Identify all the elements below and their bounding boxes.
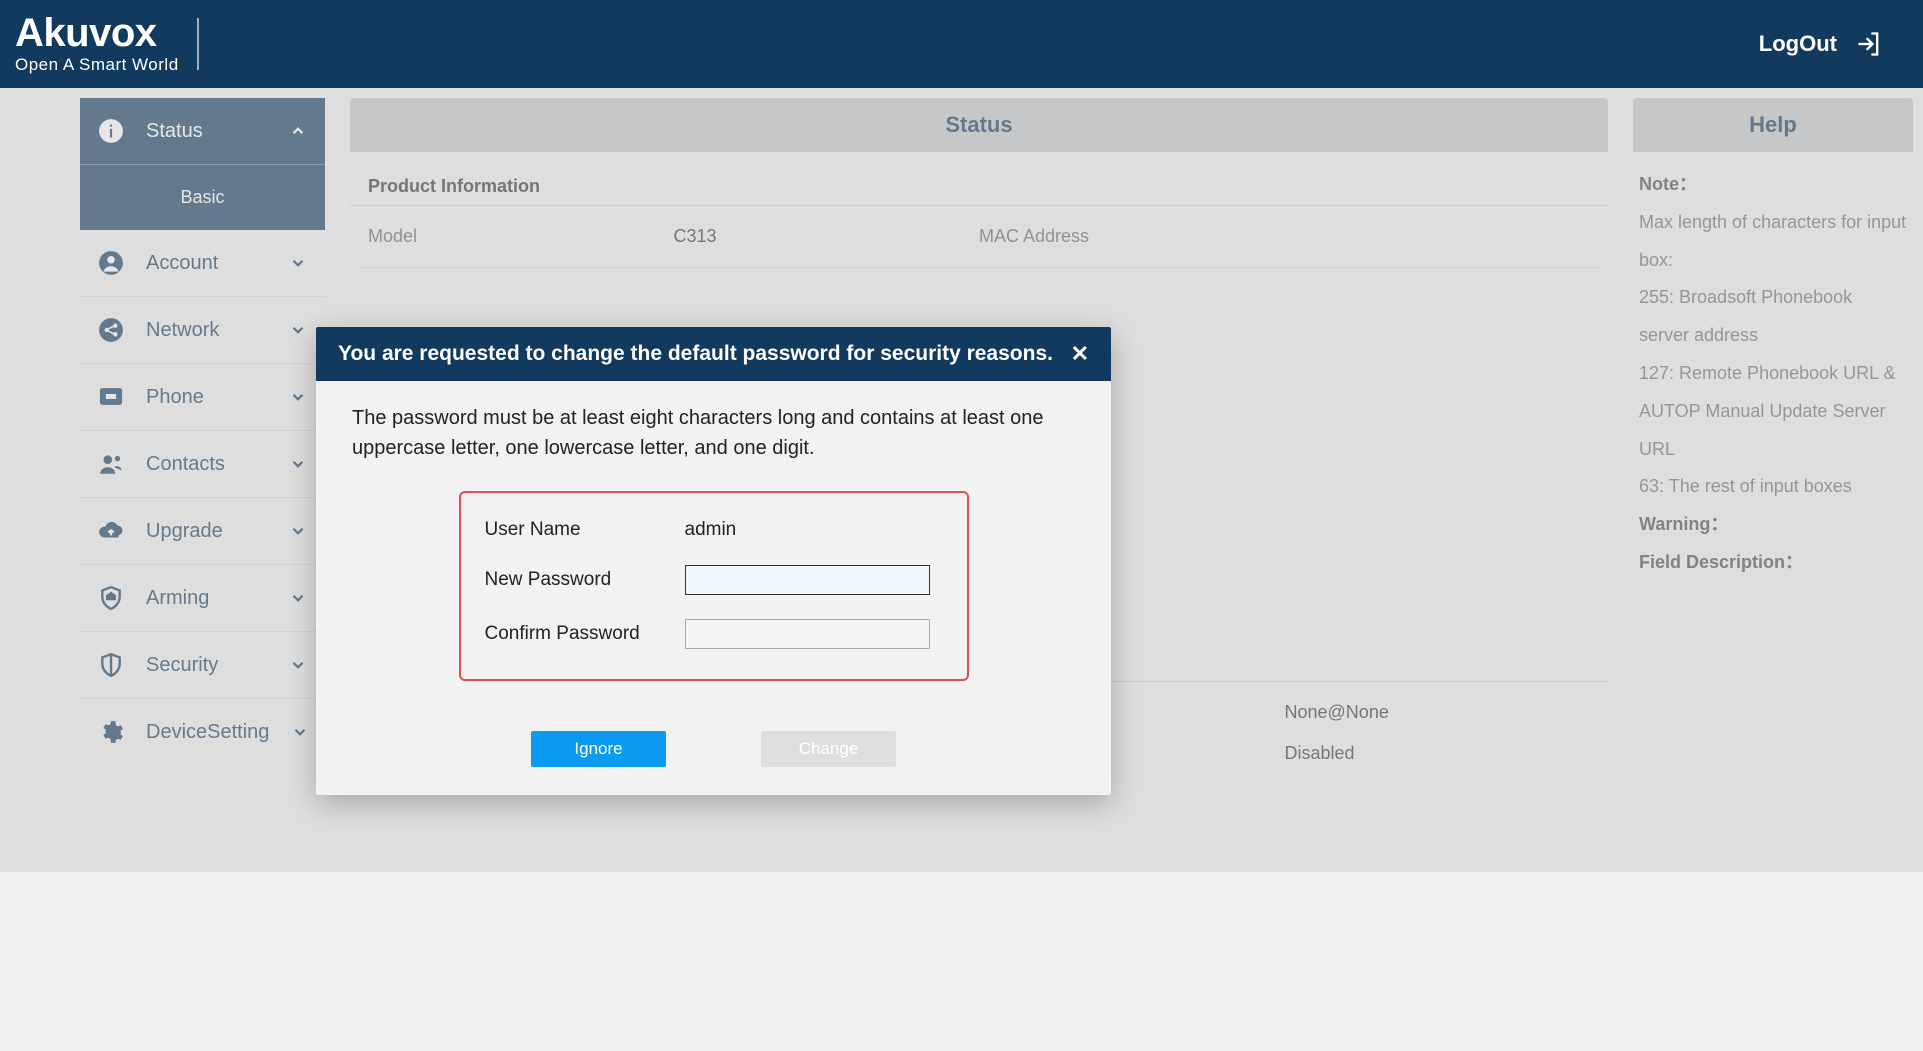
mac-value — [1285, 226, 1591, 247]
password-form: User Name admin New Password Confirm Pas… — [459, 491, 969, 681]
monitor-icon — [98, 384, 124, 410]
chevron-down-icon — [289, 589, 307, 607]
logout-button[interactable]: LogOut — [1759, 30, 1883, 58]
brand-separator — [197, 18, 199, 70]
help-note-header: Note： — [1639, 166, 1907, 204]
new-password-label: New Password — [485, 569, 685, 591]
sidebar-item-label: Basic — [180, 187, 224, 208]
sidebar-item-label: Network — [146, 319, 219, 342]
account2-state: Disabled — [1285, 743, 1591, 764]
chevron-down-icon — [289, 321, 307, 339]
change-password-modal: You are requested to change the default … — [316, 327, 1111, 795]
top-bar: Akuvox Open A Smart World LogOut — [0, 0, 1923, 88]
help-panel: Help Note： Max length of characters for … — [1633, 98, 1913, 872]
ignore-button[interactable]: Ignore — [531, 731, 666, 767]
chevron-down-icon — [289, 455, 307, 473]
mac-label: MAC Address — [979, 226, 1285, 247]
model-value: C313 — [674, 226, 980, 247]
sidebar-item-phone[interactable]: Phone — [80, 364, 325, 430]
modal-header: You are requested to change the default … — [316, 327, 1111, 381]
chevron-down-icon — [291, 723, 309, 741]
chevron-up-icon — [289, 122, 307, 140]
info-icon — [98, 118, 124, 144]
modal-message: The password must be at least eight char… — [352, 403, 1075, 463]
sidebar-item-contacts[interactable]: Contacts — [80, 431, 325, 497]
sidebar-item-label: Arming — [146, 587, 209, 610]
sidebar-item-arming[interactable]: Arming — [80, 565, 325, 631]
username-label: User Name — [485, 519, 685, 541]
sidebar-item-security[interactable]: Security — [80, 632, 325, 698]
sidebar-item-label: DeviceSetting — [146, 721, 269, 744]
cloud-up-icon — [98, 518, 124, 544]
help-line: 127: Remote Phonebook URL & AUTOP Manual… — [1639, 355, 1907, 468]
sidebar-item-label: Upgrade — [146, 520, 223, 543]
username-value: admin — [685, 519, 737, 541]
close-icon[interactable]: ✕ — [1071, 341, 1089, 367]
logout-label: LogOut — [1759, 31, 1837, 57]
page-title: Status — [350, 98, 1608, 152]
confirm-password-input[interactable] — [685, 619, 930, 649]
help-warning-header: Warning： — [1639, 506, 1907, 544]
sidebar-item-label: Security — [146, 654, 218, 677]
contacts-icon — [98, 451, 124, 477]
new-password-input[interactable] — [685, 565, 930, 595]
help-line: 255: Broadsoft Phonebook server address — [1639, 279, 1907, 355]
shield-icon — [98, 652, 124, 678]
chevron-down-icon — [289, 254, 307, 272]
brand-name: Akuvox — [15, 13, 179, 53]
change-button[interactable]: Change — [761, 731, 896, 767]
model-label: Model — [368, 226, 674, 247]
gear-icon — [98, 719, 124, 745]
sidebar-item-status[interactable]: Status — [80, 98, 325, 164]
help-title: Help — [1633, 98, 1913, 152]
sidebar-item-label: Contacts — [146, 453, 225, 476]
sidebar: Status Basic Account Network Phone — [80, 98, 325, 872]
logout-icon — [1855, 30, 1883, 58]
sidebar-item-label: Account — [146, 252, 218, 275]
brand-tagline: Open A Smart World — [15, 55, 179, 75]
sidebar-item-account[interactable]: Account — [80, 230, 325, 296]
help-line: Max length of characters for input box: — [1639, 204, 1907, 280]
sidebar-item-network[interactable]: Network — [80, 297, 325, 363]
chevron-down-icon — [289, 388, 307, 406]
modal-title: You are requested to change the default … — [338, 342, 1053, 366]
sidebar-item-upgrade[interactable]: Upgrade — [80, 498, 325, 564]
shield-home-icon — [98, 585, 124, 611]
help-line: 63: The rest of input boxes — [1639, 468, 1907, 506]
row-model: Model C313 MAC Address — [350, 206, 1608, 267]
share-icon — [98, 317, 124, 343]
confirm-password-label: Confirm Password — [485, 623, 685, 645]
chevron-down-icon — [289, 522, 307, 540]
sidebar-item-label: Status — [146, 120, 203, 143]
person-icon — [98, 250, 124, 276]
brand-block: Akuvox Open A Smart World — [15, 13, 179, 75]
sidebar-item-label: Phone — [146, 386, 204, 409]
sidebar-subitem-basic[interactable]: Basic — [80, 164, 325, 230]
chevron-down-icon — [289, 656, 307, 674]
section-product-info: Product Information — [350, 152, 1608, 206]
sidebar-item-devicesetting[interactable]: DeviceSetting — [80, 699, 325, 765]
account2-value: None@None — [1285, 702, 1591, 723]
help-field-header: Field Description： — [1639, 544, 1907, 582]
